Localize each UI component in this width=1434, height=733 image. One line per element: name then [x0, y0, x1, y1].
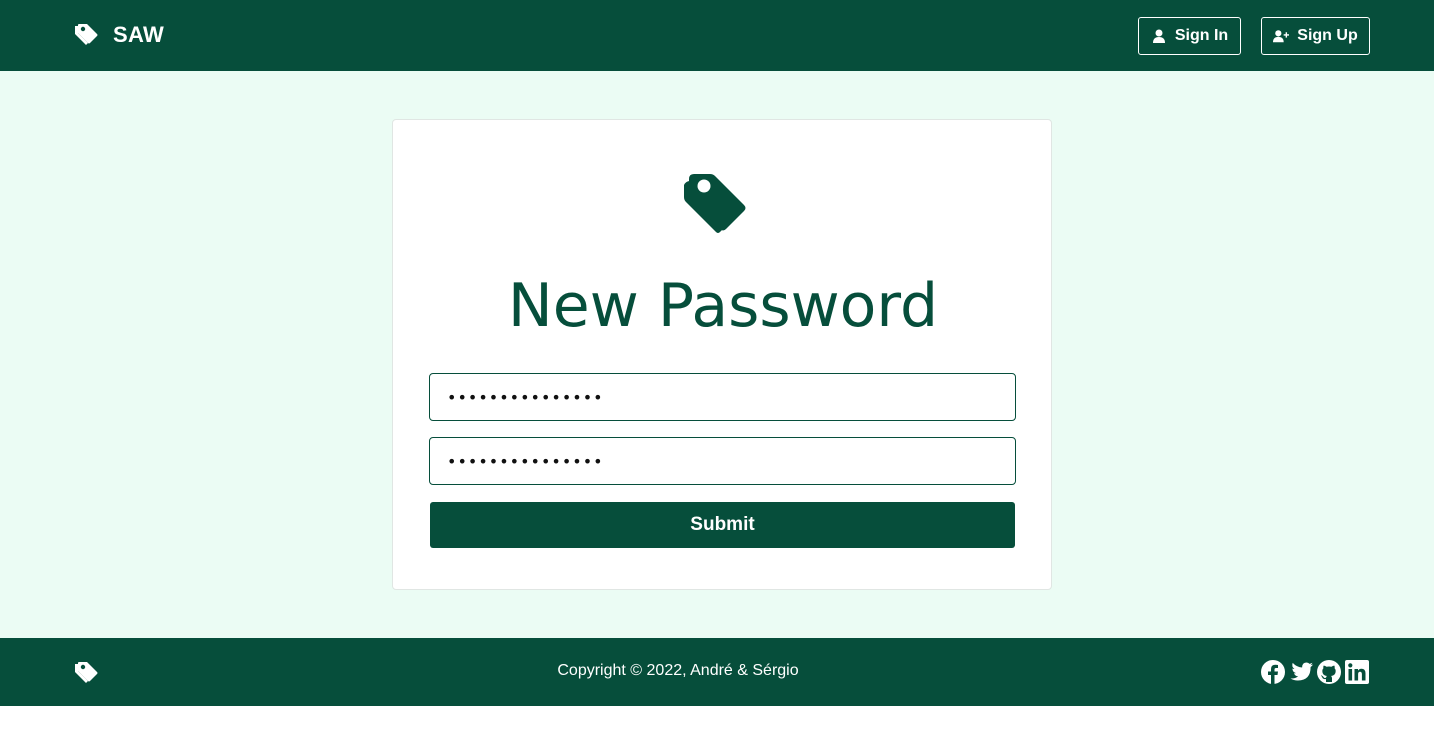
sign-up-button[interactable]: Sign Up [1261, 17, 1370, 55]
sign-up-label: Sign Up [1297, 27, 1358, 44]
tags-icon [682, 171, 762, 245]
tags-icon [73, 22, 99, 48]
footer: Copyright © 2022, André & Sérgio [0, 638, 1434, 706]
user-icon [1151, 29, 1167, 43]
top-navbar: SAW Sign In Sign Up [0, 0, 1434, 71]
copyright-text: Copyright © 2022, André & Sérgio [557, 662, 799, 679]
confirm-password-field[interactable] [429, 437, 1016, 485]
submit-button[interactable]: Submit [430, 502, 1015, 548]
new-password-field[interactable] [429, 373, 1016, 421]
brand-name: SAW [113, 22, 165, 47]
main-content: New Password Submit [0, 71, 1434, 638]
sign-in-button[interactable]: Sign In [1138, 17, 1241, 55]
twitter-icon[interactable] [1289, 660, 1313, 684]
linkedin-icon[interactable] [1345, 660, 1369, 684]
facebook-icon[interactable] [1261, 660, 1285, 684]
new-password-card: New Password Submit [392, 119, 1052, 590]
user-plus-icon [1273, 29, 1290, 43]
brand-link[interactable]: SAW [73, 22, 164, 48]
page-title: New Password [507, 271, 939, 341]
github-icon[interactable] [1317, 660, 1341, 684]
social-links [1261, 660, 1369, 684]
sign-in-label: Sign In [1174, 27, 1229, 44]
